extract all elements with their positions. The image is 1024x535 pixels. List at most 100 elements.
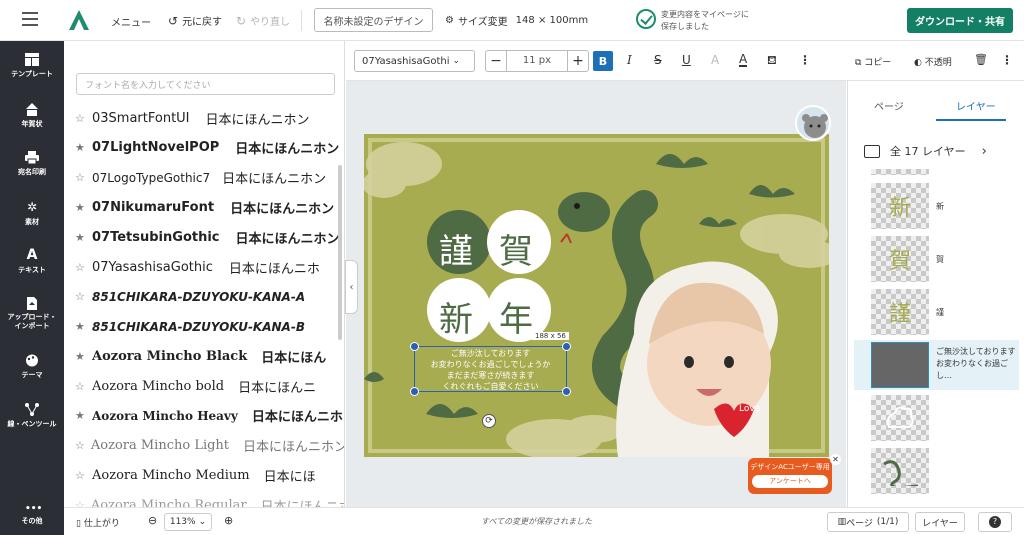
- sidebar-item-pen-tool[interactable]: 線・ペンツール: [0, 403, 64, 429]
- star-icon[interactable]: ☆: [75, 380, 86, 393]
- italic-button[interactable]: I: [627, 53, 632, 67]
- trash-icon[interactable]: 🗑: [974, 53, 988, 66]
- survey-button[interactable]: アンケートへ: [752, 475, 828, 488]
- resize-handle[interactable]: [562, 387, 571, 396]
- resize-handle[interactable]: [562, 342, 571, 351]
- opacity-button[interactable]: ◐ 不透明: [914, 55, 952, 68]
- font-name: 851CHIKARA-DZUYOKU-KANA-A: [92, 289, 306, 304]
- sidebar-item-text[interactable]: A テキスト: [0, 248, 64, 275]
- star-icon[interactable]: ★: [75, 141, 86, 154]
- font-item[interactable]: ☆ 851CHIKARA-DZUYOKU-KANA-A: [64, 282, 344, 311]
- more-vertical-icon[interactable]: ⋮: [1001, 53, 1013, 67]
- survey-popup[interactable]: デザインACユーザー専用 アンケートへ: [748, 458, 832, 494]
- sidebar-item-newyear[interactable]: 年賀状: [0, 103, 64, 129]
- font-size-value[interactable]: 11 px: [506, 51, 568, 71]
- save-status-line2: 保存しました: [661, 22, 709, 31]
- rotate-handle[interactable]: ⟳: [482, 414, 496, 428]
- more-vertical-icon[interactable]: ⋮: [799, 53, 811, 67]
- selected-text-box[interactable]: ご無沙汰しております お変わりなくお過ごしでしょうか まだまだ寒さが続きます く…: [414, 346, 567, 392]
- star-icon[interactable]: ★: [75, 350, 86, 363]
- font-item[interactable]: ☆ Aozora Mincho bold 日本にほんニ: [64, 372, 344, 401]
- zoom-select[interactable]: 113% ⌄: [164, 513, 212, 531]
- star-icon[interactable]: ☆: [75, 112, 86, 125]
- design-title-input[interactable]: 名称未設定のデザイン: [314, 8, 433, 32]
- minus-icon[interactable]: −: [486, 53, 506, 69]
- greeting-char: 賀: [499, 232, 533, 272]
- font-sample: 日本にほ: [263, 470, 316, 485]
- font-item[interactable]: ★ Aozora Mincho Black 日本にほん: [64, 342, 344, 371]
- font-size-stepper[interactable]: − 11 px +: [485, 50, 589, 72]
- font-item[interactable]: ☆ Aozora Mincho Medium 日本にほ: [64, 461, 344, 490]
- text-color-button[interactable]: A: [739, 53, 748, 67]
- menu-label[interactable]: メニュー: [111, 14, 151, 29]
- text-outline-button[interactable]: A: [711, 53, 719, 67]
- font-item[interactable]: ☆ Aozora Mincho Regular 日本にほんニホ: [64, 491, 344, 507]
- mascot-avatar[interactable]: [795, 105, 831, 141]
- finish-preview-button[interactable]: ▯ 仕上がり: [76, 516, 120, 529]
- layer-item[interactable]: [854, 446, 1019, 496]
- collapse-panel-button[interactable]: ‹: [345, 260, 358, 314]
- star-icon[interactable]: ★: [75, 320, 86, 333]
- copy-button[interactable]: ⧉ コピー: [855, 55, 891, 68]
- app-logo[interactable]: [66, 8, 92, 32]
- layer-item[interactable]: 謹 謹: [854, 287, 1019, 337]
- chevron-left-icon: ‹: [349, 281, 354, 293]
- resize-handle[interactable]: [410, 387, 419, 396]
- sidebar-item-more[interactable]: ••• その他: [0, 505, 64, 526]
- layer-item[interactable]: [854, 393, 1019, 443]
- sidebar-item-theme[interactable]: テーマ: [0, 354, 64, 380]
- star-icon[interactable]: ☆: [75, 499, 85, 507]
- font-item[interactable]: ☆ 07YasashisaGothic 日本にほんニホ: [64, 253, 344, 282]
- bold-button[interactable]: B: [593, 51, 613, 71]
- help-button[interactable]: ?: [978, 512, 1012, 532]
- star-icon[interactable]: ★: [75, 201, 86, 214]
- star-icon[interactable]: ★: [75, 409, 86, 422]
- star-icon[interactable]: ☆: [75, 261, 86, 274]
- star-icon[interactable]: ☆: [75, 290, 86, 303]
- bottom-bar: ▯ 仕上がり ⊖ 113% ⌄ ⊕ すべての変更が保存されました ▥ ページ (1/…: [64, 507, 1024, 535]
- layer-item[interactable]: 新 新: [854, 181, 1019, 231]
- hamburger-menu-icon[interactable]: [22, 12, 38, 26]
- layer-count-header[interactable]: 全 17 レイヤー ›: [864, 143, 987, 159]
- layer-button[interactable]: レイヤー: [915, 512, 965, 532]
- redo-button[interactable]: ↻ やり直し: [236, 13, 290, 29]
- underline-button[interactable]: U: [682, 53, 691, 67]
- fill-bucket-icon[interactable]: ⛾: [767, 53, 777, 69]
- font-search-input[interactable]: フォント名を入力してください: [76, 73, 335, 95]
- font-item[interactable]: ★ 07TetsubinGothic 日本にほんニホン: [64, 223, 344, 252]
- sidebar-item-material[interactable]: ✲ 素材: [0, 201, 64, 227]
- font-item[interactable]: ☆ 03SmartFontUI 日本にほんニホン: [64, 104, 344, 133]
- font-item[interactable]: ☆ Aozora Mincho Light 日本にほんニホン: [64, 431, 344, 460]
- star-icon[interactable]: ☆: [75, 469, 86, 482]
- layer-item[interactable]: [854, 169, 1019, 177]
- font-list-scrollbar[interactable]: [338, 165, 342, 340]
- star-icon[interactable]: ☆: [75, 439, 85, 452]
- undo-button[interactable]: ↺ 元に戻す: [168, 13, 222, 29]
- font-item[interactable]: ☆ 07LogoTypeGothic7 日本にほんニホン: [64, 163, 344, 192]
- font-item[interactable]: ★ Aozora Mincho Heavy 日本にほんニホ: [64, 401, 344, 430]
- plus-icon[interactable]: +: [568, 53, 588, 69]
- page-button[interactable]: ▥ ページ (1/1): [827, 512, 909, 532]
- download-share-button[interactable]: ダウンロード・共有: [907, 8, 1013, 33]
- zoom-in-icon[interactable]: ⊕: [224, 514, 233, 527]
- star-icon[interactable]: ★: [75, 231, 86, 244]
- resize-handle[interactable]: [410, 342, 419, 351]
- font-family-select[interactable]: 07YasashisaGothi ⌄: [354, 50, 475, 72]
- page-label: ページ: [846, 518, 873, 529]
- resize-button[interactable]: ⚙ サイズ変更 148 × 100mm: [445, 13, 588, 28]
- font-item[interactable]: ★ 07NikumaruFont 日本にほんニホン: [64, 193, 344, 222]
- sidebar-item-address-print[interactable]: 宛名印刷: [0, 151, 64, 177]
- zoom-out-icon[interactable]: ⊖: [148, 514, 157, 527]
- tab-page[interactable]: ページ: [874, 98, 904, 113]
- star-icon[interactable]: ☆: [75, 171, 86, 184]
- close-icon[interactable]: ✕: [830, 454, 841, 465]
- tab-layer[interactable]: レイヤー: [956, 98, 996, 113]
- layer-item[interactable]: 賀 賀: [854, 234, 1019, 284]
- font-item[interactable]: ★ 851CHIKARA-DZUYOKU-KANA-B: [64, 312, 344, 341]
- design-canvas[interactable]: 謹 賀 新 年 Love ご無沙汰しております お変わりなくお過ごしでしょうか …: [364, 134, 829, 457]
- font-item[interactable]: ★ 07LightNovelPOP 日本にほんニホン: [64, 133, 344, 162]
- sidebar-item-upload[interactable]: アップロード・インポート: [0, 297, 64, 331]
- strikethrough-button[interactable]: S: [654, 53, 662, 67]
- layer-item-selected[interactable]: ご無沙汰しております お変わりなくお過ごし…: [854, 340, 1019, 390]
- sidebar-item-template[interactable]: テンプレート: [0, 53, 64, 79]
